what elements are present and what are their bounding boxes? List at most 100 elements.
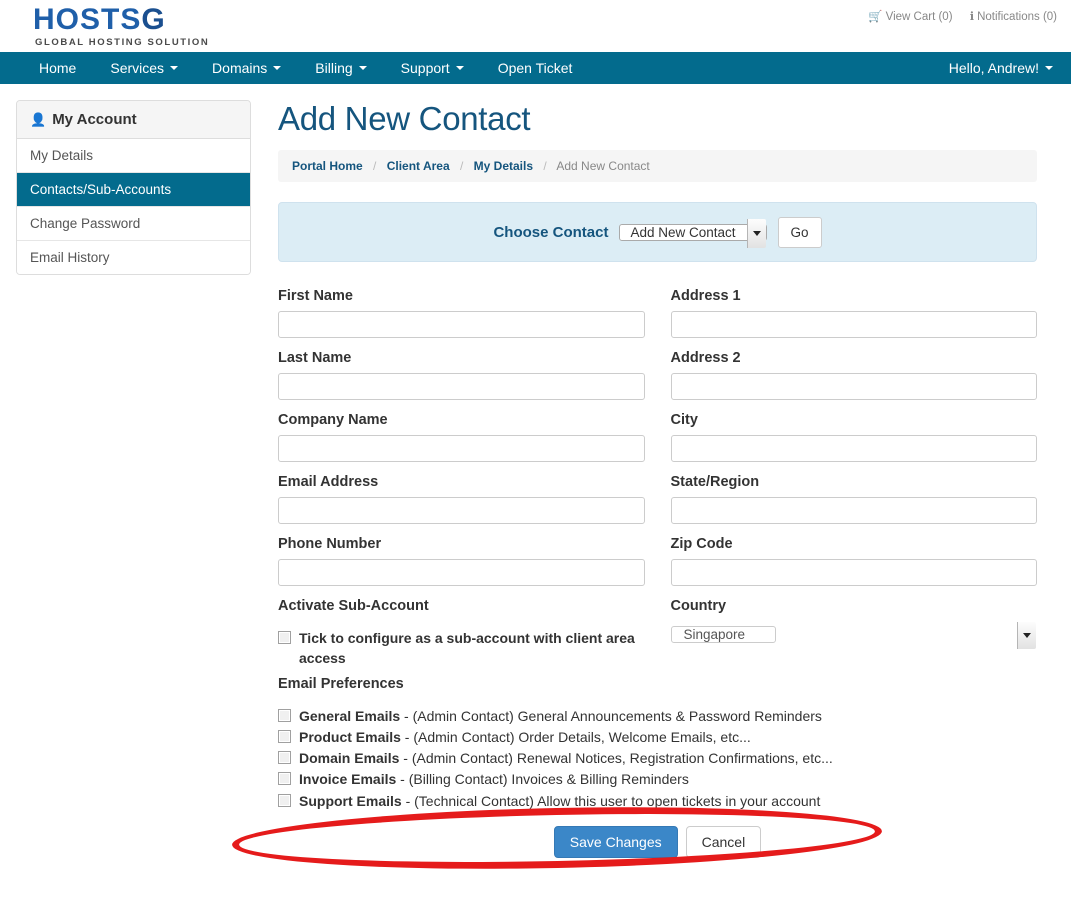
sub-account-checkbox-label: Tick to configure as a sub-account with … <box>299 630 635 667</box>
product-emails-checkbox[interactable] <box>278 729 291 743</box>
view-cart-link[interactable]: 🛒 View Cart (0) <box>868 11 952 23</box>
country-selected-value: Singapore <box>670 626 777 643</box>
breadcrumb: Portal Home / Client Area / My Details /… <box>278 150 1037 182</box>
contact-form: First Name Last Name Company Name Email … <box>278 288 1037 672</box>
state-region-input[interactable] <box>670 497 1037 524</box>
cancel-button[interactable]: Cancel <box>685 826 762 859</box>
nav-item-support[interactable]: Support <box>384 52 481 84</box>
chevron-down-icon <box>455 66 464 70</box>
support-emails-checkbox[interactable] <box>278 793 291 807</box>
phone-number-input[interactable] <box>278 559 645 586</box>
breadcrumb-current: Add New Contact <box>556 159 650 173</box>
domain-emails-name: Domain Emails <box>299 750 400 767</box>
logo-tagline: GLOBAL HOSTING SOLUTION <box>35 37 210 48</box>
logo-wordmark: HOSTSG <box>33 5 209 35</box>
support-emails-desc: - (Technical Contact) Allow this user to… <box>401 792 821 809</box>
sub-account-checkbox-row[interactable]: Tick to configure as a sub-account with … <box>278 628 645 669</box>
label-email-address: Email Address <box>278 474 379 490</box>
invoice-emails-name: Invoice Emails <box>299 771 397 788</box>
page-title: Add New Contact <box>278 100 531 137</box>
user-icon: 👤 <box>30 112 47 127</box>
sidebar-heading-label: My Account <box>52 111 137 128</box>
sidebar-item-contacts-sub-accounts[interactable]: Contacts/Sub-Accounts <box>17 173 250 207</box>
chevron-down-icon[interactable] <box>1017 622 1036 649</box>
label-city: City <box>670 412 698 428</box>
logo-wordmark-accent: G <box>141 3 166 36</box>
first-name-input[interactable] <box>278 311 645 338</box>
invoice-emails-checkbox[interactable] <box>278 772 291 786</box>
general-emails-checkbox[interactable] <box>278 708 291 722</box>
sidebar-item-change-password[interactable]: Change Password <box>17 207 250 241</box>
email-pref-row-general[interactable]: General Emails - (Admin Contact) General… <box>278 706 1037 726</box>
go-button[interactable]: Go <box>777 216 822 248</box>
nav-label-support: Support <box>400 60 450 76</box>
site-logo[interactable]: HOSTSG GLOBAL HOSTING SOLUTION <box>33 5 209 48</box>
label-zip-code: Zip Code <box>670 536 733 552</box>
last-name-input[interactable] <box>278 373 645 400</box>
label-address-1: Address 1 <box>670 288 741 304</box>
info-icon: ℹ <box>969 11 975 23</box>
general-emails-desc: - (Admin Contact) General Announcements … <box>400 707 822 724</box>
field-city: City <box>670 412 1037 462</box>
user-greeting-label: Hello, Andrew! <box>948 60 1039 76</box>
breadcrumb-portal-home[interactable]: Portal Home <box>292 159 363 173</box>
nav-label-billing: Billing <box>315 60 353 76</box>
email-pref-row-support[interactable]: Support Emails - (Technical Contact) All… <box>278 791 1037 811</box>
sidebar-item-my-details[interactable]: My Details <box>17 139 250 173</box>
top-utility-bar: HOSTSG GLOBAL HOSTING SOLUTION 🛒 View Car… <box>0 0 1071 52</box>
product-emails-desc: - (Admin Contact) Order Details, Welcome… <box>400 728 751 745</box>
chevron-down-icon[interactable] <box>746 218 766 248</box>
notifications-link[interactable]: ℹ Notifications (0) <box>970 11 1057 23</box>
main-navigation-bar: Home Services Domains Billing Support Op… <box>0 52 1071 84</box>
save-changes-button[interactable]: Save Changes <box>553 826 678 859</box>
sub-account-checkbox[interactable] <box>278 631 291 644</box>
field-country: Country Singapore <box>670 598 1038 649</box>
zip-code-input[interactable] <box>670 559 1037 586</box>
nav-label-services: Services <box>110 60 165 76</box>
label-country: Country <box>670 598 727 614</box>
address-1-input[interactable] <box>670 311 1037 338</box>
domain-emails-checkbox[interactable] <box>278 751 291 765</box>
field-first-name: First Name <box>278 288 645 338</box>
email-preferences-list: General Emails - (Admin Contact) General… <box>278 706 1037 811</box>
breadcrumb-separator: / <box>459 159 464 173</box>
general-emails-name: General Emails <box>299 707 401 724</box>
nav-item-services[interactable]: Services <box>93 52 195 84</box>
page-body: 👤 My Account My Details Contacts/Sub-Acco… <box>0 84 1071 859</box>
nav-item-domains[interactable]: Domains <box>195 52 298 84</box>
choose-contact-label: Choose Contact <box>493 223 609 241</box>
choose-contact-panel: Choose Contact Add New Contact Go <box>278 202 1037 262</box>
user-menu[interactable]: Hello, Andrew! <box>949 52 1053 84</box>
field-last-name: Last Name <box>278 350 645 400</box>
label-last-name: Last Name <box>278 350 352 366</box>
domain-emails-desc: - (Admin Contact) Renewal Notices, Regis… <box>399 750 833 767</box>
nav-label-domains: Domains <box>212 60 268 76</box>
choose-contact-selected-value: Add New Contact <box>619 223 767 241</box>
email-pref-row-domain[interactable]: Domain Emails - (Admin Contact) Renewal … <box>278 748 1037 768</box>
email-address-input[interactable] <box>278 497 645 524</box>
company-name-input[interactable] <box>278 435 645 462</box>
choose-contact-select[interactable]: Add New Contact <box>619 218 767 248</box>
nav-list: Home Services Domains Billing Support Op… <box>0 52 1071 84</box>
city-input[interactable] <box>670 435 1037 462</box>
nav-item-billing[interactable]: Billing <box>298 52 383 84</box>
label-state-region: State/Region <box>670 474 760 490</box>
email-pref-row-product[interactable]: Product Emails - (Admin Contact) Order D… <box>278 727 1037 747</box>
breadcrumb-separator: / <box>373 159 377 173</box>
email-pref-row-invoice[interactable]: Invoice Emails - (Billing Contact) Invoi… <box>278 769 1037 789</box>
breadcrumb-my-details[interactable]: My Details <box>474 159 533 173</box>
sidebar-item-email-history[interactable]: Email History <box>17 241 250 274</box>
logo-wordmark-text: HOSTS <box>33 3 142 36</box>
field-zip-code: Zip Code <box>670 536 1037 586</box>
support-emails-name: Support Emails <box>299 792 402 809</box>
field-company-name: Company Name <box>278 412 645 462</box>
view-cart-label: View Cart (0) <box>885 11 953 23</box>
notifications-label: Notifications (0) <box>977 11 1057 23</box>
main-content: Add New Contact Portal Home / Client Are… <box>278 100 1037 859</box>
nav-item-open-ticket[interactable]: Open Ticket <box>481 52 590 84</box>
address-2-input[interactable] <box>670 373 1037 400</box>
nav-item-home[interactable]: Home <box>22 52 93 84</box>
breadcrumb-client-area[interactable]: Client Area <box>387 159 450 173</box>
country-select[interactable]: Singapore <box>670 621 1038 649</box>
invoice-emails-desc: - (Billing Contact) Invoices & Billing R… <box>396 771 689 788</box>
